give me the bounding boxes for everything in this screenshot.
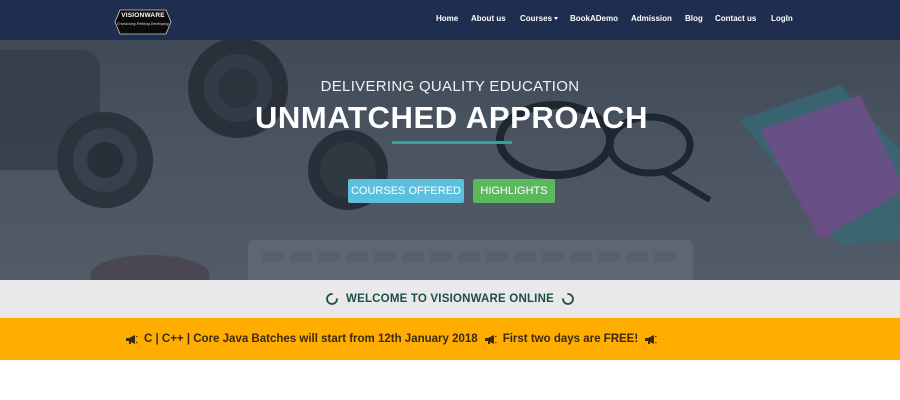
megaphone-icon — [125, 334, 138, 345]
nav-item-home[interactable]: Home — [436, 12, 458, 26]
brand-name: VISIONWARE — [121, 12, 165, 19]
courses-offered-button[interactable]: COURSES OFFERED — [348, 179, 464, 203]
nav-item-book-a-demo[interactable]: BookADemo — [570, 12, 618, 26]
navbar: VISIONWARE Envisioning Refining Developi… — [0, 0, 900, 40]
hero-title-underline — [392, 141, 512, 144]
announcement-free-text: First two days are FREE! — [502, 333, 639, 345]
highlights-button[interactable]: HIGHLIGHTS — [473, 179, 555, 203]
nav-item-about-us[interactable]: About us — [471, 12, 506, 26]
nav-item-login[interactable]: LogIn — [771, 12, 793, 26]
page-body-area — [0, 360, 900, 400]
nav-item-admission[interactable]: Admission — [631, 12, 672, 26]
welcome-text: WELCOME TO VISIONWARE ONLINE — [346, 293, 554, 305]
spinner-icon — [562, 293, 574, 305]
brand-tagline: Envisioning Refining Developing — [117, 22, 169, 26]
hero-title: UNMATCHED APPROACH — [254, 100, 649, 135]
megaphone-icon — [484, 334, 497, 345]
megaphone-icon — [644, 334, 657, 345]
nav-item-contact-us[interactable]: Contact us — [715, 12, 756, 26]
hero-banner: DELIVERING QUALITY EDUCATION UNMATCHED A… — [0, 40, 900, 280]
welcome-bar: WELCOME TO VISIONWARE ONLINE — [0, 280, 900, 318]
announcement-bar: C | C++ | Core Java Batches will start f… — [0, 318, 900, 360]
nav-item-courses-label: Courses — [520, 14, 553, 23]
brand-logo[interactable]: VISIONWARE Envisioning Refining Developi… — [114, 9, 172, 35]
hero-overlay — [0, 40, 900, 280]
hero-subtitle: DELIVERING QUALITY EDUCATION — [320, 78, 580, 95]
nav-item-courses[interactable]: Courses — [520, 12, 559, 26]
nav-item-blog[interactable]: Blog — [685, 12, 703, 26]
caret-down-icon — [554, 17, 559, 21]
spinner-icon — [326, 293, 338, 305]
announcement-batches-text: C | C++ | Core Java Batches will start f… — [144, 333, 478, 345]
